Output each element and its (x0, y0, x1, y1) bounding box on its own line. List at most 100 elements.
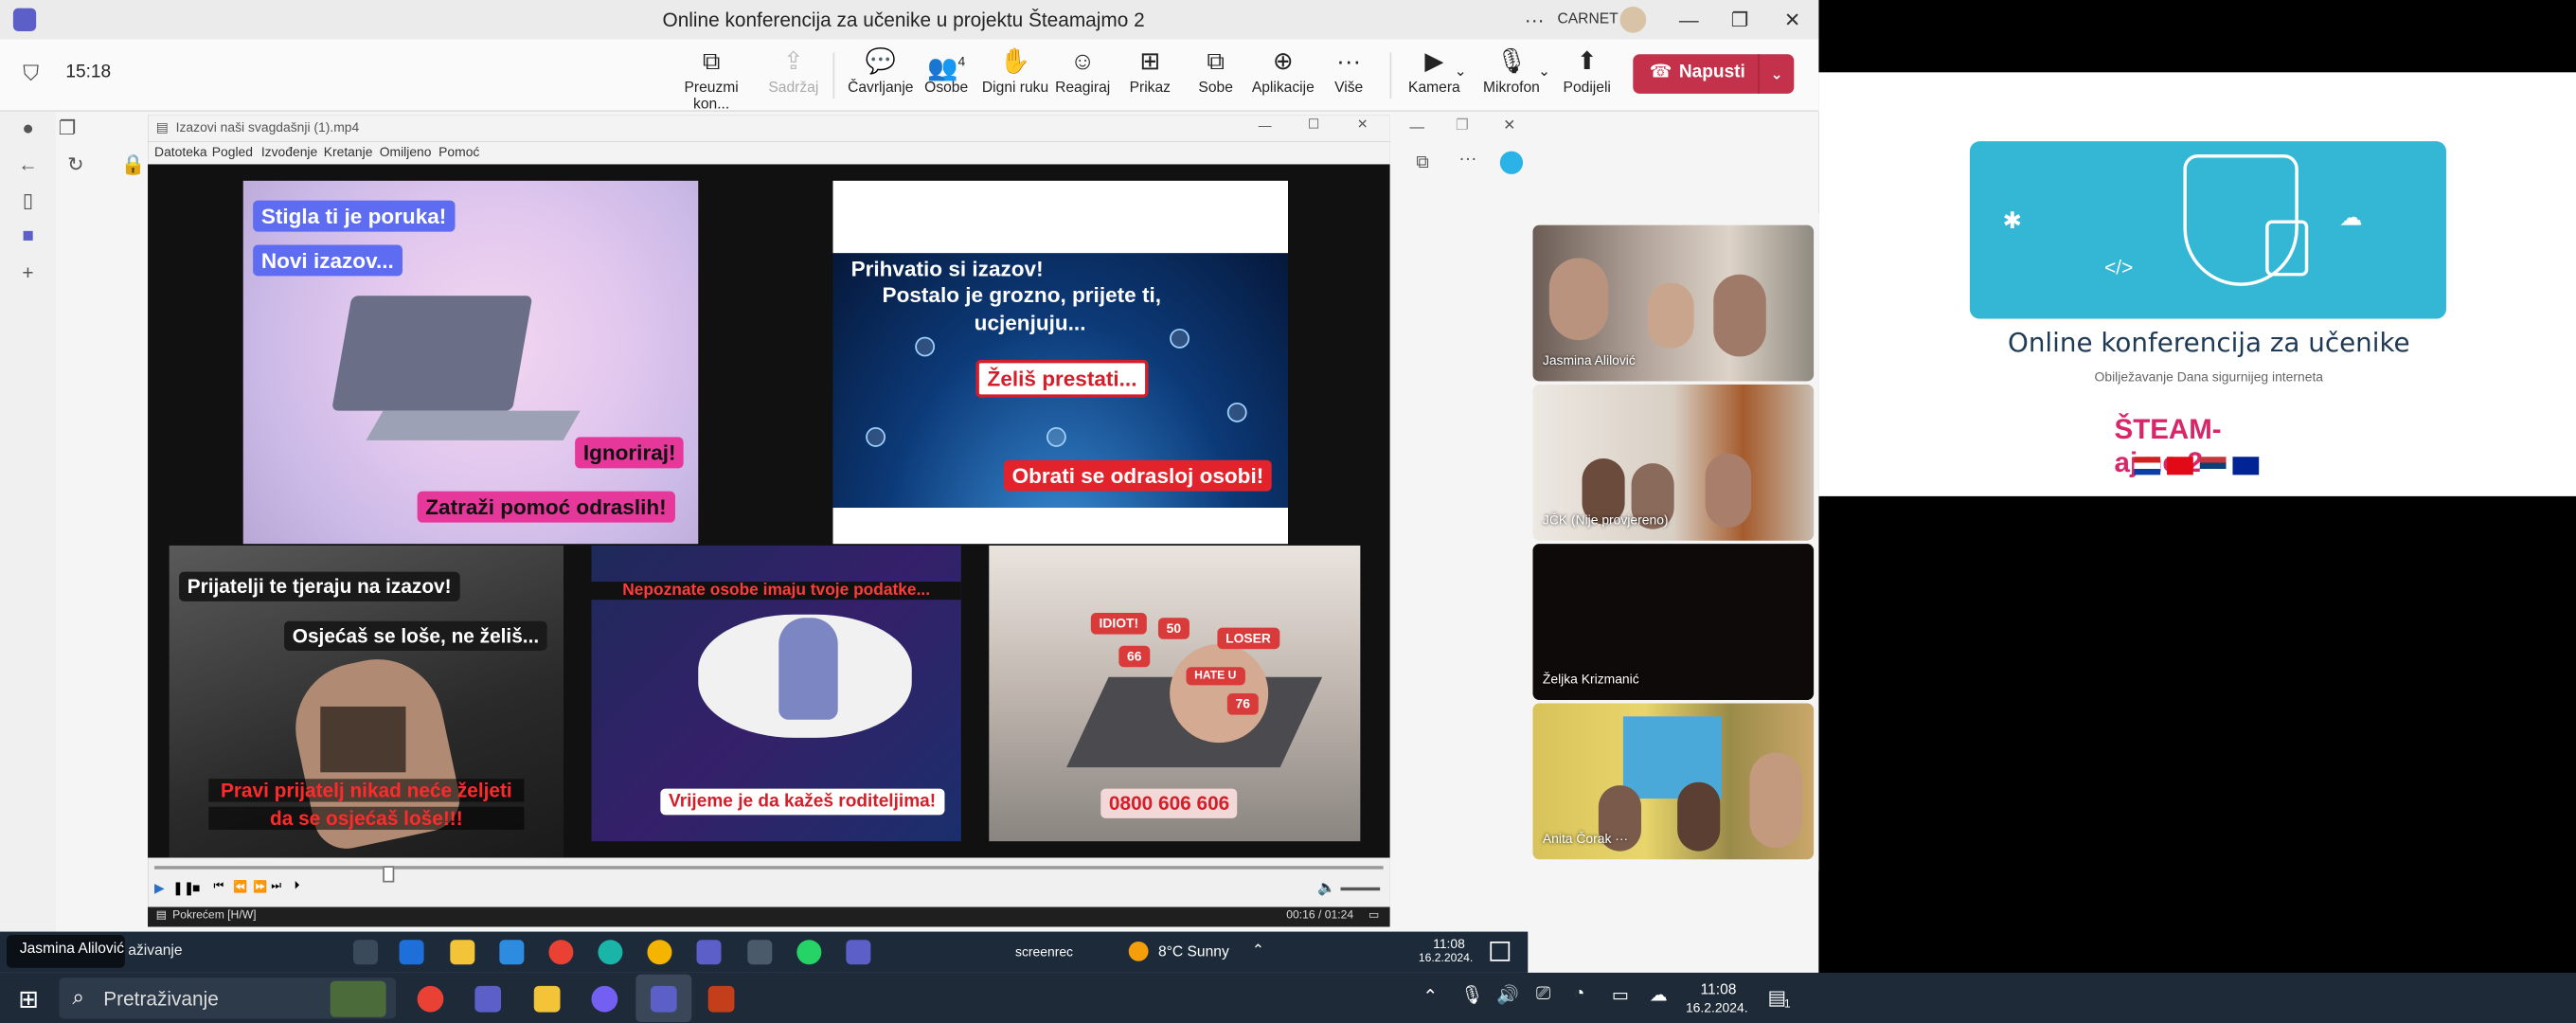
forward-icon[interactable]: ⏩ (253, 881, 267, 894)
player-menu-bar: Datoteka Pogled Izvođenje Kretanje Omilj… (148, 141, 1390, 165)
chrome-icon[interactable] (647, 940, 672, 965)
teams-app-icon[interactable]: ■ (15, 224, 42, 250)
video-text: ucjenjuju... (974, 310, 1086, 335)
menu-help[interactable]: Pomoć (438, 145, 479, 160)
search-input[interactable]: ⌕ Pretraživanje (59, 978, 397, 1019)
shared-title: Online konferencija za učenike (2007, 327, 2410, 359)
teams-icon[interactable] (650, 985, 677, 1013)
video-frame[interactable]: Stigla ti je poruka! Novi izazov... Igno… (148, 164, 1390, 858)
next-icon[interactable]: ⏭ (271, 881, 281, 894)
more-icon[interactable]: ··· (1615, 832, 1628, 847)
account-avatar[interactable] (1619, 6, 1647, 33)
close-button[interactable]: ✕ (1776, 5, 1809, 34)
content-button[interactable]: ⇪ Sadržaj (749, 46, 838, 95)
screen-share-icon[interactable]: ⎚ (1536, 984, 1550, 1006)
refresh-icon[interactable]: ↻ (63, 153, 89, 179)
volume-icon[interactable]: 🔈 (1317, 879, 1335, 897)
seek-bar[interactable] (154, 866, 1384, 883)
back-icon[interactable]: ← (15, 153, 42, 179)
file-explorer-icon[interactable] (533, 985, 561, 1013)
more-options-icon[interactable]: ··· (1518, 5, 1551, 34)
windows-start-icon[interactable]: ⊞ (18, 984, 39, 1014)
shared-subtitle: Obilježavanje Dana sigurnijeg interneta (2094, 369, 2324, 385)
copilot-icon[interactable] (1499, 151, 1524, 174)
remote-taskbar: Jasmina Alilović aživanje screenrec 8°C … (0, 931, 1529, 973)
participant-tile[interactable]: Jasmina Alilović (1532, 224, 1815, 382)
minimize-button[interactable]: — (1409, 118, 1424, 135)
task-view-icon[interactable] (352, 940, 378, 965)
remote-date[interactable]: 16.2.2024. (1409, 953, 1481, 964)
player-mode-icon: ▭ (1368, 910, 1380, 923)
share-button[interactable]: ⬆ Podijeli (1543, 46, 1632, 95)
player-minimize-button[interactable]: — (1259, 118, 1272, 134)
teams-icon[interactable] (474, 985, 502, 1013)
battery-icon[interactable]: ▭ (1612, 984, 1629, 1006)
bosnia-flag-icon (2232, 457, 2260, 476)
clock[interactable]: 11:08 (1686, 981, 1751, 997)
store-icon[interactable] (499, 940, 525, 965)
popout-icon[interactable]: ⧉ (1416, 153, 1429, 174)
speaker-icon[interactable]: 🔊 (1496, 984, 1519, 1006)
menu-navigate[interactable]: Kretanje (324, 145, 373, 160)
screen-icon: ⧉ (702, 47, 721, 76)
chrome-icon[interactable] (417, 985, 444, 1013)
rewind-icon[interactable]: ⏪ (233, 881, 247, 894)
leave-button[interactable]: ☎ Napusti ⌄ (1633, 54, 1795, 94)
minimize-button[interactable]: — (1673, 5, 1706, 34)
onedrive-icon[interactable]: ☁ (1650, 984, 1668, 1006)
menu-playback[interactable]: Izvođenje (261, 145, 317, 160)
remote-clock[interactable]: 11:08 (1416, 937, 1481, 952)
participant-tile[interactable]: Željka Krizmanić (1532, 544, 1815, 700)
edge-icon[interactable] (598, 940, 623, 965)
play-icon[interactable]: ▶ (154, 881, 165, 896)
player-close-button[interactable]: ✕ (1357, 117, 1368, 132)
page-icon[interactable]: ▯ (15, 188, 42, 215)
search-highlight-image (330, 980, 386, 1017)
stop-icon[interactable]: ■ (192, 881, 200, 896)
tabs-icon[interactable]: ❐ (54, 117, 80, 143)
left-rail: ● ❐ ← ↻ ▯ ■ + (0, 111, 84, 973)
folder-icon[interactable] (450, 940, 475, 965)
tray-chevron-icon[interactable]: ⌃ (1252, 942, 1264, 960)
menu-file[interactable]: Datoteka (154, 145, 207, 160)
date[interactable]: 16.2.2024. (1679, 1000, 1755, 1015)
participant-tile[interactable]: JČK (Nije provjereno) (1532, 384, 1815, 541)
take-control-button[interactable]: ⧉ Preuzmi kon... (667, 46, 756, 112)
whatsapp-icon[interactable] (796, 940, 822, 965)
frame-step-icon[interactable]: ⏵ (295, 881, 300, 894)
search-icon: ⌕ (72, 984, 84, 1010)
teams-icon[interactable] (846, 940, 871, 965)
toolbar-label: Kamera (1408, 79, 1460, 96)
tray-chevron-icon[interactable]: ⌃ (1422, 986, 1438, 1008)
app-icon[interactable] (747, 940, 773, 965)
participant-tile[interactable]: Anita Čorak ··· (1532, 703, 1815, 860)
seek-knob[interactable] (383, 866, 395, 883)
maximize-button[interactable]: ❐ (1456, 117, 1469, 135)
menu-view[interactable]: Pogled (212, 145, 253, 160)
ellipsis-icon[interactable]: ··· (1458, 150, 1476, 170)
mail-icon[interactable] (399, 940, 424, 965)
add-icon[interactable]: + (15, 261, 42, 288)
wifi-icon[interactable]: ◔ (1574, 984, 1585, 1004)
person-graphic (1647, 282, 1694, 349)
teams-icon[interactable] (696, 940, 722, 965)
video-text: Pravi prijatelj nikad neće željeti (208, 779, 525, 802)
video-text: IDIOT! (1090, 613, 1147, 635)
pause-icon[interactable]: ❚❚ (172, 881, 194, 896)
maximize-button[interactable]: ❐ (1724, 5, 1757, 34)
previous-icon[interactable]: ⏮ (214, 881, 224, 894)
volume-slider[interactable] (1340, 887, 1381, 891)
remote-search-text[interactable]: aživanje (128, 942, 182, 958)
powerpoint-icon[interactable] (707, 985, 735, 1013)
player-maximize-button[interactable]: ☐ (1308, 117, 1319, 132)
menu-favorites[interactable]: Omiljeno (380, 145, 432, 160)
chrome-icon[interactable] (548, 940, 574, 965)
viber-icon[interactable] (591, 985, 618, 1013)
weather-text[interactable]: 8°C Sunny (1158, 943, 1229, 960)
leave-options-chevron-icon[interactable]: ⌄ (1758, 54, 1794, 94)
profile-icon[interactable]: ● (15, 117, 42, 143)
microphone-icon[interactable]: 🎙 (1460, 984, 1483, 1006)
close-button[interactable]: ✕ (1503, 117, 1515, 135)
more-button[interactable]: ··· Više (1304, 46, 1393, 95)
notification-icon[interactable] (1490, 941, 1511, 961)
